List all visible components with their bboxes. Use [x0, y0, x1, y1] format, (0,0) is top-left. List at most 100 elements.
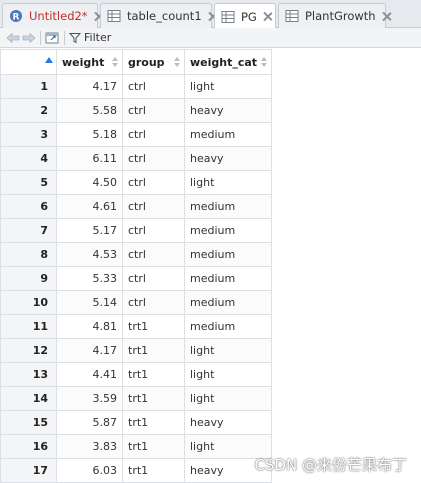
- tab-untitled2[interactable]: R Untitled2*: [2, 3, 98, 28]
- row-number[interactable]: 12: [0, 338, 57, 363]
- sort-icon[interactable]: [112, 56, 118, 68]
- cell-group[interactable]: ctrl: [122, 242, 185, 267]
- cell-weight-cat[interactable]: light: [184, 74, 272, 99]
- cell-weight[interactable]: 5.18: [56, 122, 123, 147]
- cell-group[interactable]: trt1: [122, 434, 185, 459]
- cell-weight[interactable]: 5.14: [56, 290, 123, 315]
- sort-ascending-icon: [45, 57, 53, 63]
- cell-group[interactable]: ctrl: [122, 266, 185, 291]
- cell-weight-cat[interactable]: light: [184, 386, 272, 411]
- cell-weight-cat[interactable]: heavy: [184, 98, 272, 123]
- cell-weight[interactable]: 4.61: [56, 194, 123, 219]
- table-row: 12 4.17 trt1 light: [0, 338, 272, 363]
- cell-group[interactable]: ctrl: [122, 74, 185, 99]
- cell-group[interactable]: ctrl: [122, 98, 185, 123]
- cell-weight[interactable]: 6.11: [56, 146, 123, 171]
- cell-weight-cat[interactable]: heavy: [184, 146, 272, 171]
- row-number[interactable]: 14: [0, 386, 57, 411]
- cell-weight-cat[interactable]: light: [184, 338, 272, 363]
- cell-group[interactable]: trt1: [122, 362, 185, 387]
- tab-plantgrowth[interactable]: PlantGrowth: [278, 3, 386, 28]
- row-number[interactable]: 4: [0, 146, 57, 171]
- cell-group[interactable]: ctrl: [122, 218, 185, 243]
- table-row: 17 6.03 trt1 heavy: [0, 458, 272, 483]
- cell-group[interactable]: trt1: [122, 458, 185, 483]
- cell-group[interactable]: trt1: [122, 386, 185, 411]
- table-row: 14 3.59 trt1 light: [0, 386, 272, 411]
- close-icon[interactable]: [263, 12, 269, 21]
- row-number[interactable]: 16: [0, 434, 57, 459]
- table-row: 15 5.87 trt1 heavy: [0, 410, 272, 435]
- tab-pg[interactable]: PG: [214, 3, 276, 29]
- cell-weight[interactable]: 5.17: [56, 218, 123, 243]
- cell-weight-cat[interactable]: light: [184, 170, 272, 195]
- row-number[interactable]: 8: [0, 242, 57, 267]
- table-icon: [285, 10, 299, 22]
- cell-group[interactable]: ctrl: [122, 290, 185, 315]
- filter-icon: [69, 32, 81, 43]
- row-number[interactable]: 1: [0, 74, 57, 99]
- column-header-weight-cat[interactable]: weight_cat: [184, 49, 272, 75]
- cell-weight-cat[interactable]: medium: [184, 266, 272, 291]
- row-number[interactable]: 17: [0, 458, 57, 483]
- row-number[interactable]: 2: [0, 98, 57, 123]
- forward-button[interactable]: [22, 29, 36, 47]
- cell-weight-cat[interactable]: medium: [184, 218, 272, 243]
- cell-weight-cat[interactable]: medium: [184, 242, 272, 267]
- tab-label: PlantGrowth: [305, 9, 376, 23]
- row-number[interactable]: 10: [0, 290, 57, 315]
- cell-weight[interactable]: 5.33: [56, 266, 123, 291]
- tab-table-count1[interactable]: table_count1: [100, 3, 212, 28]
- table-row: 4 6.11 ctrl heavy: [0, 146, 272, 171]
- toolbar-divider: [64, 30, 65, 45]
- filter-button[interactable]: Filter: [69, 29, 111, 47]
- cell-weight[interactable]: 4.41: [56, 362, 123, 387]
- row-number[interactable]: 13: [0, 362, 57, 387]
- sort-icon[interactable]: [261, 56, 267, 68]
- cell-weight-cat[interactable]: light: [184, 362, 272, 387]
- cell-weight-cat[interactable]: heavy: [184, 410, 272, 435]
- back-button[interactable]: [6, 29, 20, 47]
- table-icon: [107, 10, 121, 22]
- cell-weight[interactable]: 5.58: [56, 98, 123, 123]
- cell-weight-cat[interactable]: medium: [184, 194, 272, 219]
- cell-weight[interactable]: 4.17: [56, 338, 123, 363]
- cell-group[interactable]: ctrl: [122, 146, 185, 171]
- data-viewer-toolbar: Filter: [0, 28, 421, 48]
- cell-weight-cat[interactable]: medium: [184, 314, 272, 339]
- cell-weight-cat[interactable]: medium: [184, 290, 272, 315]
- sort-icon[interactable]: [174, 56, 180, 68]
- cell-group[interactable]: trt1: [122, 338, 185, 363]
- cell-weight-cat[interactable]: medium: [184, 122, 272, 147]
- cell-weight[interactable]: 4.53: [56, 242, 123, 267]
- column-header-group[interactable]: group: [122, 49, 185, 75]
- table-row: 3 5.18 ctrl medium: [0, 122, 272, 147]
- cell-group[interactable]: trt1: [122, 410, 185, 435]
- cell-weight[interactable]: 3.83: [56, 434, 123, 459]
- row-number[interactable]: 11: [0, 314, 57, 339]
- column-header-weight[interactable]: weight: [56, 49, 123, 75]
- cell-weight[interactable]: 4.50: [56, 170, 123, 195]
- cell-weight[interactable]: 4.81: [56, 314, 123, 339]
- cell-group[interactable]: ctrl: [122, 170, 185, 195]
- table-icon: [221, 10, 235, 23]
- row-number[interactable]: 9: [0, 266, 57, 291]
- cell-group[interactable]: ctrl: [122, 194, 185, 219]
- row-number-header[interactable]: [0, 49, 57, 75]
- cell-weight[interactable]: 6.03: [56, 458, 123, 483]
- cell-weight[interactable]: 3.59: [56, 386, 123, 411]
- table-row: 7 5.17 ctrl medium: [0, 218, 272, 243]
- row-number[interactable]: 3: [0, 122, 57, 147]
- cell-group[interactable]: ctrl: [122, 122, 185, 147]
- row-number[interactable]: 5: [0, 170, 57, 195]
- tab-label: Untitled2*: [29, 9, 88, 23]
- cell-group[interactable]: trt1: [122, 314, 185, 339]
- row-number[interactable]: 15: [0, 410, 57, 435]
- row-number[interactable]: 7: [0, 218, 57, 243]
- svg-text:R: R: [13, 13, 20, 23]
- tab-label: table_count1: [127, 9, 202, 23]
- row-number[interactable]: 6: [0, 194, 57, 219]
- cell-weight[interactable]: 5.87: [56, 410, 123, 435]
- cell-weight[interactable]: 4.17: [56, 74, 123, 99]
- show-in-window-button[interactable]: [45, 29, 60, 47]
